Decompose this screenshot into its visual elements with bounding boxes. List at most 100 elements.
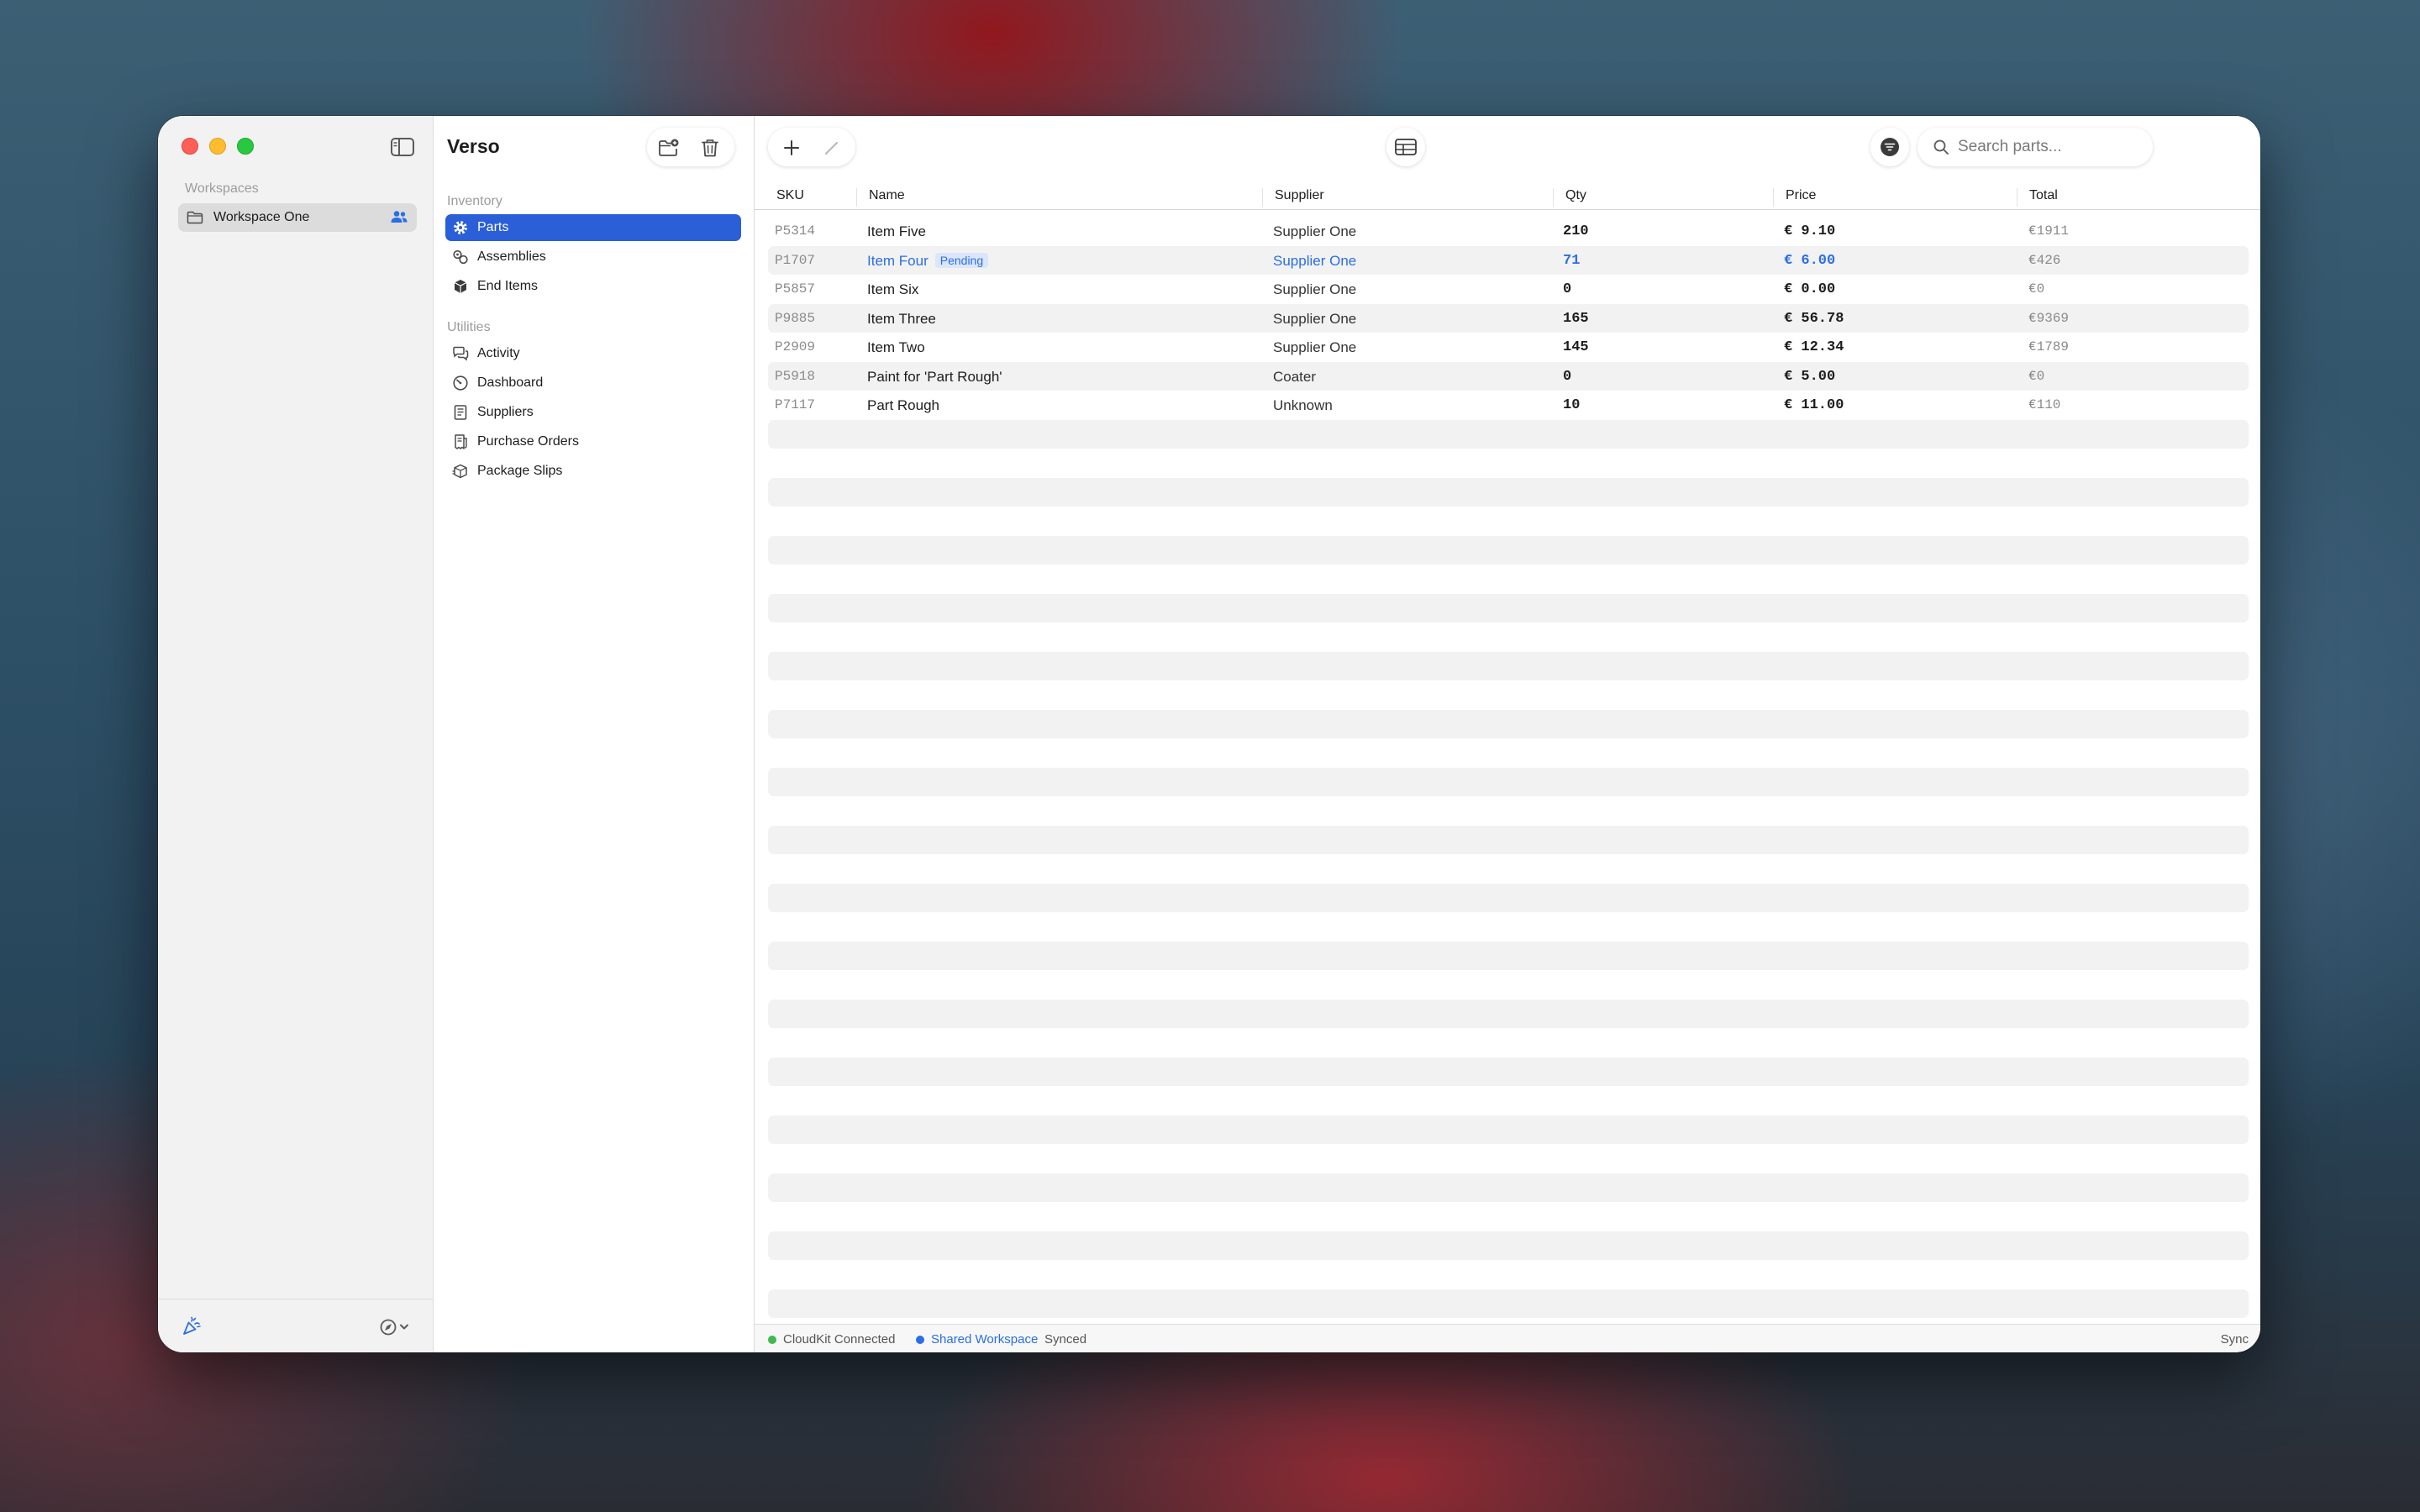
edit-actions-group — [768, 128, 855, 166]
sync-state: Synced — [1044, 1332, 1087, 1347]
column-header-total[interactable]: Total — [2017, 188, 2058, 207]
price-cell: € 9.10 — [1784, 223, 1836, 239]
total-cell: €1911 — [2028, 223, 2070, 239]
empty-table-row — [768, 1231, 2249, 1260]
supplier-cell: Supplier One — [1273, 252, 1357, 269]
nav-item-purchase-orders[interactable]: Purchase Orders — [445, 428, 741, 455]
price-cell: € 56.78 — [1784, 310, 1844, 327]
total-cell: €0 — [2028, 281, 2045, 297]
window-controls — [182, 138, 254, 155]
empty-table-row — [768, 738, 2249, 768]
total-cell: €0 — [2028, 368, 2045, 384]
app-window: Workspaces Workspace One Verso Inventory… — [158, 116, 2260, 1352]
name-cell: Item Three — [867, 310, 936, 327]
nav-item-label: Purchase Orders — [477, 434, 579, 449]
sidebar-toggle-icon[interactable] — [390, 136, 415, 158]
empty-table-row — [768, 419, 2249, 449]
column-header-supplier[interactable]: Supplier — [1262, 188, 1324, 207]
empty-table-row — [768, 1260, 2249, 1289]
nav-item-assemblies[interactable]: Assemblies — [445, 244, 741, 270]
nav-item-package-slips[interactable]: Package Slips — [445, 458, 741, 485]
supplier-cell: Supplier One — [1273, 339, 1357, 355]
party-popper-icon[interactable] — [182, 1316, 202, 1336]
price-cell: € 0.00 — [1784, 281, 1836, 297]
sku-cell: P7117 — [775, 397, 816, 412]
nav-item-label: End Items — [477, 279, 539, 293]
nav-item-end-items[interactable]: End Items — [445, 273, 741, 300]
sku-cell: P9885 — [775, 310, 816, 326]
empty-table-row — [768, 1115, 2249, 1144]
search-input[interactable] — [1958, 138, 2126, 156]
nav-item-suppliers[interactable]: Suppliers — [445, 399, 741, 426]
empty-table-row — [768, 449, 2249, 478]
total-cell: €9369 — [2028, 310, 2070, 326]
empty-table-row — [768, 1028, 2249, 1058]
nav-item-label: Parts — [477, 220, 509, 234]
table-view-button[interactable] — [1386, 128, 1425, 166]
minimize-window-button[interactable] — [209, 138, 226, 155]
edit-pencil-icon[interactable] — [822, 138, 842, 158]
table-row[interactable]: P5314 Item Five Supplier One 210 € 9.10 … — [768, 217, 2249, 246]
nav-item-dashboard[interactable]: Dashboard — [445, 370, 741, 396]
workspace-sidebar: Workspaces Workspace One — [158, 116, 434, 1352]
empty-table-row — [768, 941, 2249, 970]
filter-button[interactable] — [1870, 128, 1909, 166]
name-cell: Item Four Pending — [867, 252, 989, 270]
column-header-name[interactable]: Name — [856, 188, 905, 207]
workspaces-header: Workspaces — [185, 181, 259, 196]
empty-table-row — [768, 477, 2249, 507]
price-cell: € 6.00 — [1784, 252, 1836, 269]
name-cell: Item Six — [867, 281, 919, 297]
qty-cell: 145 — [1563, 339, 1589, 355]
new-folder-icon[interactable] — [658, 138, 680, 158]
search-icon — [1933, 139, 1949, 155]
table-row[interactable]: P1707 Item Four Pending Supplier One 71 €… — [768, 245, 2249, 275]
close-window-button[interactable] — [182, 138, 198, 155]
table-row[interactable]: P5918 Paint for 'Part Rough' Coater 0 € … — [768, 361, 2249, 391]
total-cell: €426 — [2028, 252, 2061, 268]
empty-table-row — [768, 1202, 2249, 1231]
shipping-box-icon — [452, 464, 467, 479]
column-header-qty[interactable]: Qty — [1553, 188, 1586, 207]
column-header-price[interactable]: Price — [1773, 188, 1816, 207]
workspace-name: Workspace One — [213, 210, 310, 224]
empty-table-row — [768, 680, 2249, 710]
sync-button[interactable]: Sync — [2221, 1332, 2249, 1347]
empty-table-row — [768, 535, 2249, 564]
zoom-window-button[interactable] — [237, 138, 254, 155]
price-cell: € 11.00 — [1784, 397, 1844, 413]
price-cell: € 12.34 — [1784, 339, 1844, 355]
workspace-item[interactable]: Workspace One — [178, 203, 417, 232]
table-row[interactable]: P9885 Item Three Supplier One 165 € 56.7… — [768, 303, 2249, 333]
name-cell: Paint for 'Part Rough' — [867, 368, 1002, 385]
empty-table-row — [768, 593, 2249, 622]
table-row[interactable]: P5857 Item Six Supplier One 0 € 0.00 €0 — [768, 275, 2249, 304]
empty-table-row — [768, 796, 2249, 826]
empty-table-row — [768, 970, 2249, 1000]
table-row[interactable]: P7117 Part Rough Unknown 10 € 11.00 €110 — [768, 391, 2249, 420]
sku-cell: P2909 — [775, 339, 816, 354]
name-cell: Part Rough — [867, 397, 939, 413]
table-row[interactable]: P2909 Item Two Supplier One 145 € 12.34 … — [768, 333, 2249, 362]
link-icon — [453, 249, 468, 265]
qty-cell: 0 — [1563, 368, 1572, 385]
cube-icon — [454, 280, 467, 293]
nav-item-parts[interactable]: Parts — [445, 214, 741, 241]
shared-workspace-link[interactable]: Shared Workspace — [931, 1332, 1038, 1347]
add-icon[interactable] — [781, 138, 802, 158]
qty-cell: 71 — [1563, 252, 1581, 269]
nav-item-label: Suppliers — [477, 405, 534, 419]
name-cell: Item Five — [867, 223, 926, 239]
nav-item-activity[interactable]: Activity — [445, 340, 741, 367]
total-cell: €1789 — [2028, 339, 2070, 354]
utilities-section-header: Utilities — [447, 320, 491, 334]
total-cell: €110 — [2028, 397, 2061, 412]
empty-table-row — [768, 1289, 2249, 1318]
trash-icon[interactable] — [699, 138, 721, 158]
compass-menu-icon[interactable] — [380, 1318, 412, 1336]
inventory-section-header: Inventory — [447, 194, 502, 208]
table-icon — [1395, 139, 1417, 155]
column-header-sku[interactable]: SKU — [765, 188, 804, 207]
app-title: Verso — [447, 135, 500, 157]
sku-cell: P5857 — [775, 281, 816, 297]
